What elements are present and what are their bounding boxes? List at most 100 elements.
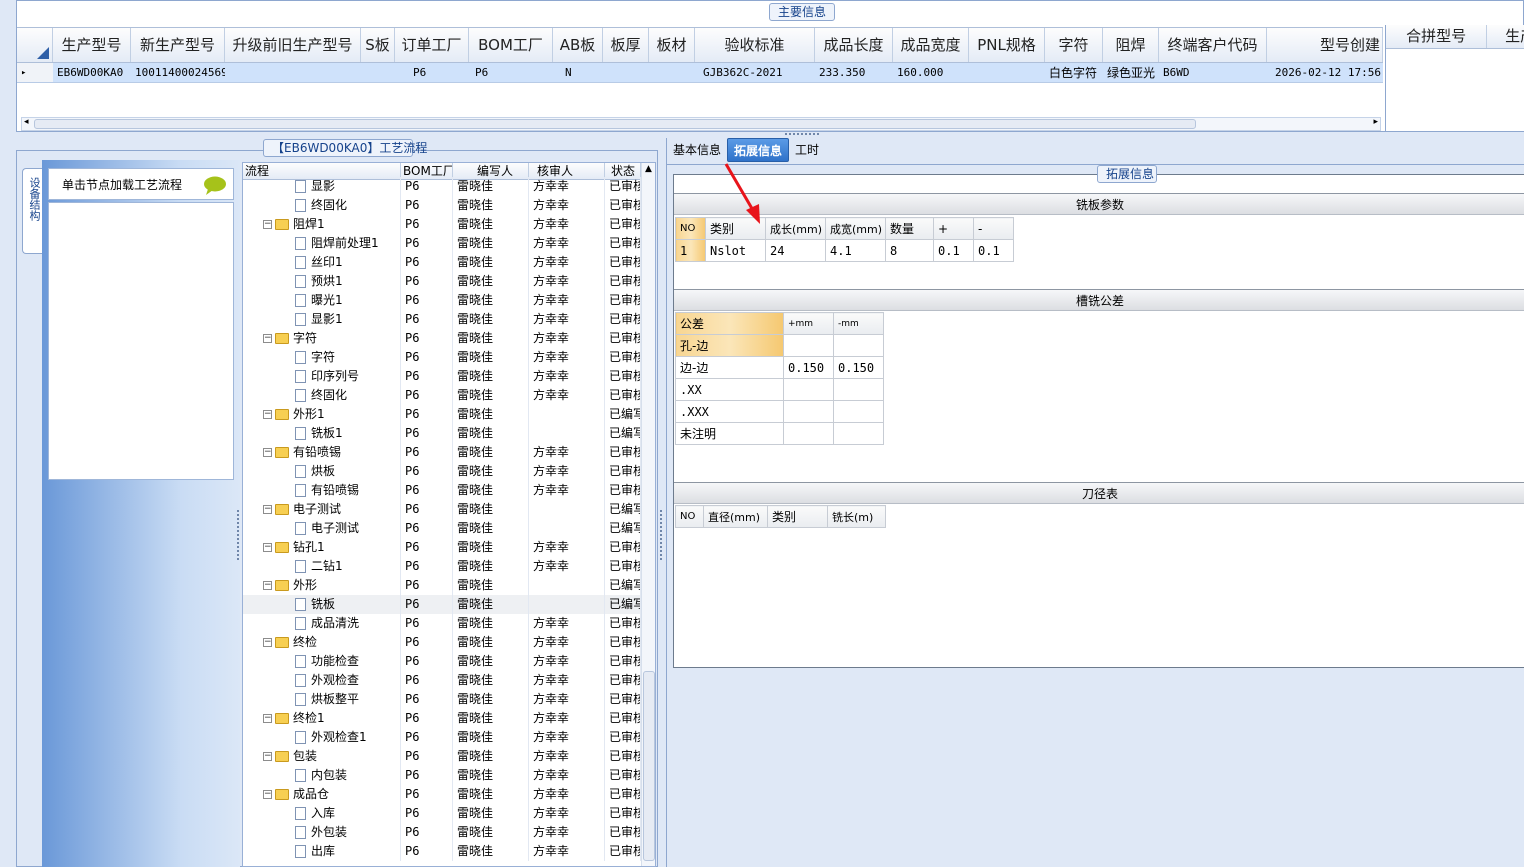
tree-row[interactable]: 内包装 P6雷晓佳方幸幸已审核 [243,766,641,785]
cell[interactable]: 2026-02-12 17:56: [1267,63,1383,82]
collapse-icon[interactable]: − [263,752,272,761]
cell[interactable]: 未注明 [675,422,784,445]
cell[interactable] [649,63,695,82]
cell[interactable]: B6WD [1159,63,1267,82]
col-header[interactable]: 直径(mm) [703,505,768,528]
cell[interactable] [225,63,361,82]
table-row[interactable]: 孔-边 [675,334,884,357]
cell[interactable] [833,378,884,401]
scroll-right-icon[interactable]: ▸ [1373,117,1378,127]
cell[interactable]: 24 [765,239,826,262]
col-header[interactable]: 成品宽度 [893,28,969,62]
splitter-handle[interactable] [237,510,240,560]
cell[interactable] [833,334,884,357]
tree-row[interactable]: 终固化 P6雷晓佳方幸幸已审核 [243,386,641,405]
tree-row[interactable]: 烘板 P6雷晓佳方幸幸已审核 [243,462,641,481]
col-header[interactable]: NO [675,217,706,240]
cell[interactable] [361,63,395,82]
cell[interactable]: 边-边 [675,356,784,379]
table-row[interactable]: 边-边 0.150 0.150 [675,356,884,379]
tree-row[interactable]: 印序列号 P6雷晓佳方幸幸已审核 [243,367,641,386]
cell[interactable]: P6 [469,63,553,82]
tree-row[interactable]: 显影 P6雷晓佳方幸幸已审核 [243,177,641,196]
side-tab-device[interactable]: 设备结构 [22,168,42,254]
cell[interactable]: .XX [675,378,784,401]
collapse-icon[interactable]: − [263,220,272,229]
tree-row[interactable]: − 电子测试 P6雷晓佳 已编写 [243,500,641,519]
col-header[interactable]: 验收标准 [695,28,815,62]
cell[interactable] [783,400,834,423]
col-header[interactable]: 铣长(m) [827,505,886,528]
tree-row[interactable]: − 包装 P6雷晓佳方幸幸已审核 [243,747,641,766]
collapse-icon[interactable]: − [263,581,272,590]
cell[interactable]: P6 [395,63,469,82]
cell[interactable]: 160.000 [893,63,969,82]
tolerance-table[interactable]: 公差 +mm -mm 孔-边 边-边 0.150 0.150 .XX .XXX 未注… [675,312,884,445]
cell[interactable]: .XXX [675,400,784,423]
cell[interactable]: 233.350 [815,63,893,82]
cell[interactable] [603,63,649,82]
col-header[interactable]: 类别 [767,505,828,528]
tab-work-hours[interactable]: 工时 [789,138,825,162]
col-header[interactable]: 升级前旧生产型号 [225,28,361,62]
tree-row[interactable]: − 外形1 P6雷晓佳 已编写 [243,405,641,424]
tree-row[interactable]: − 终检1 P6雷晓佳方幸幸已审核 [243,709,641,728]
cell[interactable]: 绿色亚光 [1103,63,1159,82]
scroll-left-icon[interactable]: ◂ [24,117,29,127]
tree-row[interactable]: 字符 P6雷晓佳方幸幸已审核 [243,348,641,367]
tree-row[interactable]: − 阻焊1 P6雷晓佳方幸幸已审核 [243,215,641,234]
tree-row[interactable]: − 成品仓 P6雷晓佳方幸幸已审核 [243,785,641,804]
col-header[interactable]: 成长(mm) [765,217,826,240]
table-row[interactable]: .XX [675,378,884,401]
cell[interactable] [833,422,884,445]
table-row[interactable]: 1 Nslot 24 4.1 8 0.1 0.1 [675,239,1014,262]
cell[interactable]: N [553,63,603,82]
cell[interactable] [833,400,884,423]
tree-row[interactable]: 外观检查 P6雷晓佳方幸幸已审核 [243,671,641,690]
col-header[interactable]: 公差 [675,312,784,335]
tree-row[interactable]: − 钻孔1 P6雷晓佳方幸幸已审核 [243,538,641,557]
tree-row[interactable]: − 有铅喷锡 P6雷晓佳方幸幸已审核 [243,443,641,462]
col-header[interactable]: -mm [833,312,884,335]
col-header[interactable]: 板厚 [603,28,649,62]
scroll-up-icon[interactable]: ▲ [645,164,652,174]
col-header[interactable]: 生产 [1487,25,1524,48]
col-header[interactable]: 生产型号 [53,28,131,62]
table-row[interactable]: .XXX [675,400,884,423]
cell[interactable]: GJB362C-2021 [695,63,815,82]
col-header[interactable]: NO [675,505,704,528]
collapse-icon[interactable]: − [263,448,272,457]
tree-row[interactable]: 铣板 P6雷晓佳 已编写 [243,595,641,614]
cell[interactable]: 0.1 [933,239,974,262]
cell[interactable]: 孔-边 [675,334,784,357]
tree-row[interactable]: 终固化 P6雷晓佳方幸幸已审核 [243,196,641,215]
splitter-handle[interactable] [785,133,819,137]
cell[interactable]: 8 [885,239,934,262]
scroll-thumb[interactable] [34,119,1196,129]
tree-row[interactable]: 显影1 P6雷晓佳方幸幸已审核 [243,310,641,329]
collapse-icon[interactable]: − [263,334,272,343]
cell[interactable]: 白色字符 [1045,63,1103,82]
collapse-icon[interactable]: − [263,505,272,514]
tree-row[interactable]: 铣板1 P6雷晓佳 已编写 [243,424,641,443]
collapse-icon[interactable]: − [263,543,272,552]
cell[interactable]: 10011400024569 [131,63,225,82]
col-header[interactable]: BOM工厂 [469,28,553,62]
tree-row[interactable]: 入库 P6雷晓佳方幸幸已审核 [243,804,641,823]
tree-row[interactable]: 阻焊前处理1 P6雷晓佳方幸幸已审核 [243,234,641,253]
col-header[interactable]: - [973,217,1014,240]
tree-row[interactable]: 有铅喷锡 P6雷晓佳方幸幸已审核 [243,481,641,500]
cutter-table[interactable]: NO 直径(mm) 类别 铣长(m) [675,505,886,528]
col-header[interactable]: 订单工厂 [395,28,469,62]
col-header[interactable]: +mm [783,312,834,335]
tree-row[interactable]: 外包装 P6雷晓佳方幸幸已审核 [243,823,641,842]
collapse-icon[interactable]: − [263,638,272,647]
table-row[interactable]: ▸ EB6WD00KA0 10011400024569 P6 P6 N GJB3… [17,63,1383,83]
tab-extended-info[interactable]: 拓展信息 [727,138,790,162]
tree-row[interactable]: 预烘1 P6雷晓佳方幸幸已审核 [243,272,641,291]
cell[interactable]: 4.1 [825,239,886,262]
vertical-scrollbar[interactable]: ▲ [641,163,655,866]
col-header[interactable]: S板 [361,28,395,62]
cell[interactable] [783,422,834,445]
cell[interactable]: 0.150 [783,356,834,379]
